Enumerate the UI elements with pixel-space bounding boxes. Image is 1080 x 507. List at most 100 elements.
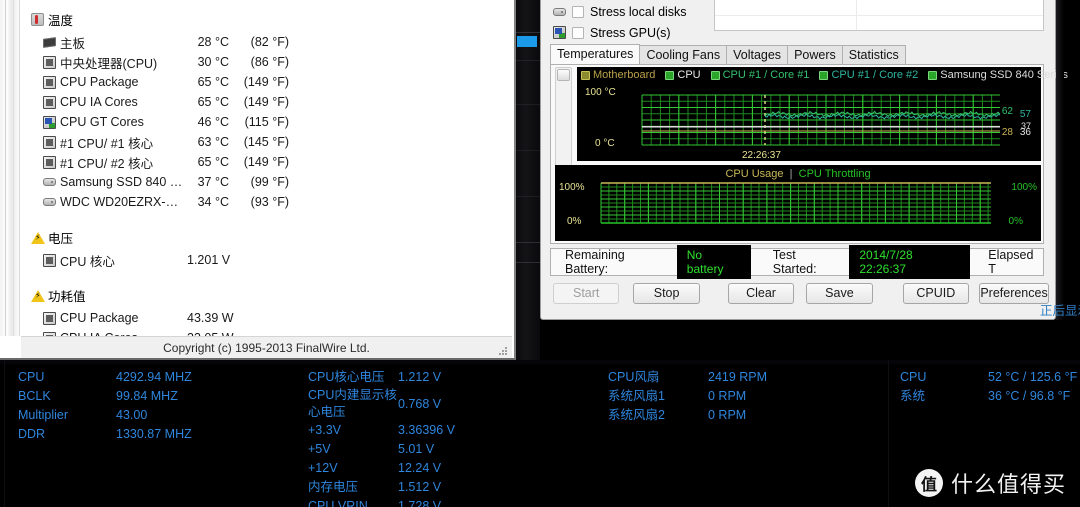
sensor-row: Samsung SSD 840 Seri... 37 °C (99 °F) — [21, 172, 512, 192]
sensor-group-powers: 功耗值 CPU Package 43.39 W CPU IA Cores 33.… — [21, 284, 512, 336]
tab-voltages[interactable]: Voltages — [726, 45, 789, 65]
sensor-label: #1 CPU/ #2 核心 — [60, 156, 154, 171]
aida64-sensor-window: 温度 主板 28 °C (82 °F) 中央处理器(CPU) 30 °C (86… — [0, 0, 516, 360]
sensor-value-c: 37 °C — [197, 175, 229, 189]
cpu-chip-icon — [43, 155, 56, 169]
hdd-icon — [43, 178, 56, 186]
remaining-battery-label: Remaining Battery: — [565, 248, 625, 276]
clear-button[interactable]: Clear — [727, 283, 795, 304]
sensor-value-c: 65 °C — [197, 155, 229, 169]
stress-local-disks-checkbox[interactable] — [572, 5, 584, 18]
cpuid-button[interactable]: CPUID — [902, 283, 970, 304]
osd-key: CPU VRIN — [308, 499, 368, 507]
temp-series-label-motherboard: 28 — [1001, 127, 1013, 138]
osd-value: 1.212 V — [398, 370, 442, 384]
sensor-group-temperatures: 温度 主板 28 °C (82 °F) 中央处理器(CPU) 30 °C (86… — [21, 8, 512, 212]
sensor-value-f: (149 °F) — [243, 75, 289, 89]
aida64-stress-test-window: Stress local disks Stress GPU(s) Tempera… — [540, 0, 1068, 320]
sensor-value-f: (145 °F) — [243, 135, 289, 149]
temp-series-label-core2: 57 — [1019, 109, 1031, 120]
sensor-value: 43.39 W — [187, 311, 234, 325]
resize-grip-icon[interactable] — [498, 346, 508, 356]
osd-key: BCLK — [18, 389, 51, 403]
sensor-label: CPU IA Cores — [60, 95, 138, 109]
osd-key: 内存电压 — [308, 480, 359, 494]
test-status-row: Remaining Battery: No battery Test Start… — [550, 245, 1044, 279]
sensor-row: CPU GT Cores 46 °C (115 °F) — [21, 112, 512, 132]
elapsed-time-label: Elapsed T — [988, 248, 1034, 276]
osd-key: 系统 — [900, 389, 926, 403]
osd-row: CPU 4292.94 MHZ — [18, 368, 288, 387]
osd-key: 系统风扇1 — [608, 389, 665, 403]
desktop-background — [516, 0, 540, 360]
cpu-chip-icon — [43, 55, 56, 69]
legend-item-cpu[interactable]: CPU — [665, 69, 701, 81]
hdd-icon — [43, 198, 56, 206]
stress-options: Stress local disks Stress GPU(s) — [549, 0, 1049, 43]
temperature-legend[interactable]: Motherboard CPU CPU #1 / Core #1 CPU #1 … — [577, 67, 1068, 83]
test-started-label: Test Started: — [772, 248, 817, 276]
osd-value: 1.728 V — [398, 499, 442, 507]
legend-label: CPU — [677, 69, 701, 81]
sensor-row: #1 CPU/ #2 核心 65 °C (149 °F) — [21, 152, 512, 172]
tabstrip[interactable]: Temperatures Cooling Fans Voltages Power… — [550, 44, 906, 65]
sensor-row: CPU Package 43.39 W — [21, 308, 512, 328]
legend-item-core2[interactable]: CPU #1 / Core #2 — [819, 69, 918, 81]
cpu-chip-icon — [43, 253, 56, 267]
temp-series-label-core1: 62 — [1001, 106, 1013, 117]
temperatures-tab-panel: Motherboard CPU CPU #1 / Core #1 CPU #1 … — [550, 64, 1068, 244]
legend-checkbox-icon[interactable] — [710, 70, 720, 80]
legend-item-ssd[interactable]: Samsung SSD 840 Series — [928, 69, 1068, 81]
sensor-row: #1 CPU/ #1 核心 63 °C (145 °F) — [21, 132, 512, 152]
stress-gpus-checkbox[interactable] — [572, 26, 584, 39]
thermometer-icon — [31, 13, 44, 26]
osd-key: +5V — [308, 442, 331, 456]
sensor-readout-list[interactable]: 温度 主板 28 °C (82 °F) 中央处理器(CPU) 30 °C (86… — [21, 0, 512, 336]
desktop-highlight — [517, 36, 537, 47]
legend-checkbox-icon[interactable] — [581, 70, 590, 80]
start-button[interactable]: Start — [553, 283, 620, 304]
sensor-label: 主板 — [60, 36, 86, 51]
sensor-value-f: (93 °F) — [250, 195, 289, 209]
legend-checkbox-icon[interactable] — [928, 70, 938, 80]
sensor-value-c: 63 °C — [197, 135, 229, 149]
preferences-button[interactable]: Preferences — [979, 283, 1050, 304]
osd-value: 1.512 V — [398, 480, 442, 494]
legend-checkbox-icon[interactable] — [819, 70, 829, 80]
osd-key: CPU — [18, 370, 45, 384]
legend-item-motherboard[interactable]: Motherboard — [581, 69, 655, 81]
cpu-usage-chart[interactable]: CPU Usage | CPU Throttling 100% 0% 100% … — [555, 165, 1041, 241]
gpu-icon — [553, 26, 566, 39]
legend-checkbox-icon[interactable] — [665, 70, 675, 80]
sensor-row: CPU 核心 1.201 V — [21, 250, 512, 270]
osd-key: DDR — [18, 427, 46, 441]
osd-key: +12V — [308, 461, 338, 475]
tab-temperatures[interactable]: Temperatures — [550, 44, 641, 65]
temperature-plot — [641, 94, 1001, 146]
window-right-shadow — [1056, 0, 1064, 320]
osd-row: +5V 5.01 V — [308, 440, 588, 459]
save-button[interactable]: Save — [806, 283, 873, 304]
window-left-edge — [0, 0, 20, 336]
osd-column-fans: CPU风扇 2419 RPM 系统风扇1 0 RPM 系统风扇2 0 RPM — [608, 368, 888, 425]
osd-value: 5.01 V — [398, 442, 435, 456]
temperature-chart[interactable]: 100 °C 0 °C 22:26:37 62 57 37 36 28 — [577, 83, 1041, 161]
scrollbar-thumb[interactable] — [557, 69, 570, 81]
legend-item-core1[interactable]: CPU #1 / Core #1 — [710, 69, 809, 81]
tab-powers[interactable]: Powers — [787, 45, 843, 65]
osd-column-voltages: CPU核心电压 1.212 V CPU内建显示核心电压 0.768 V +3.3V 3… — [308, 368, 588, 507]
stress-button-row: Start Stop Clear Save CPUID Preferences — [547, 283, 1050, 304]
osd-key: CPU核心电压 — [308, 370, 385, 384]
remaining-battery-value: No battery — [676, 245, 751, 279]
osd-value: 52 °C / 125.6 °F — [988, 370, 1078, 384]
stress-info-grid[interactable] — [714, 0, 1044, 31]
osd-key: Multiplier — [18, 408, 69, 422]
osd-value: 43.00 — [116, 408, 148, 422]
tab-statistics[interactable]: Statistics — [841, 45, 906, 65]
stop-button[interactable]: Stop — [633, 283, 700, 304]
osd-value: 1330.87 MHZ — [116, 427, 192, 441]
group-title: 电压 — [48, 232, 74, 246]
motherboard-icon — [43, 36, 56, 48]
tab-cooling-fans[interactable]: Cooling Fans — [639, 45, 728, 65]
sensor-value-f: (99 °F) — [250, 175, 289, 189]
